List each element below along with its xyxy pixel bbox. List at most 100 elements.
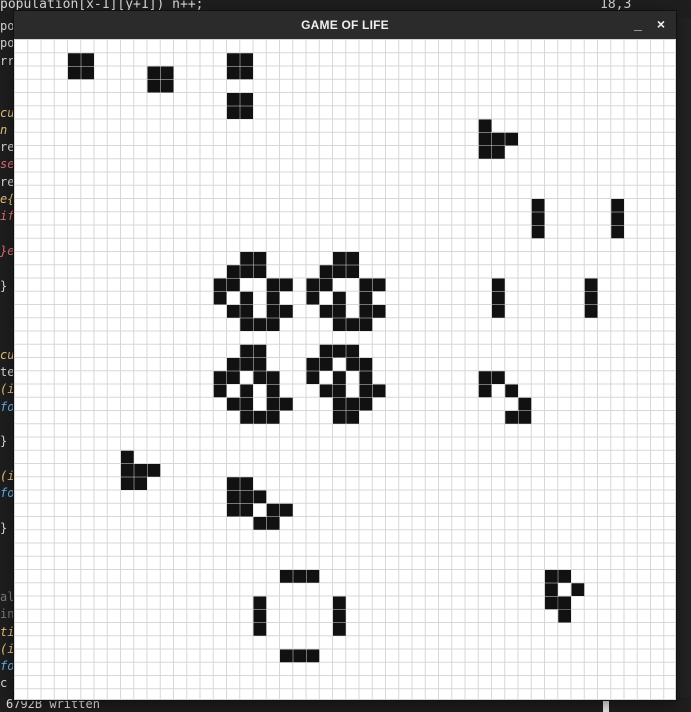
live-cell[interactable]	[306, 278, 320, 292]
live-cell[interactable]	[584, 278, 598, 292]
live-cell[interactable]	[478, 146, 492, 159]
live-cell[interactable]	[121, 464, 134, 477]
live-cell[interactable]	[280, 278, 293, 292]
live-cell[interactable]	[359, 318, 373, 331]
live-cell[interactable]	[319, 278, 333, 292]
live-cell[interactable]	[68, 66, 81, 80]
live-cell[interactable]	[160, 79, 174, 93]
live-cell[interactable]	[333, 291, 346, 305]
live-cell[interactable]	[240, 93, 253, 106]
live-cell[interactable]	[531, 225, 545, 239]
live-cell[interactable]	[240, 318, 253, 331]
live-cell[interactable]	[584, 291, 598, 305]
live-cell[interactable]	[492, 305, 505, 318]
live-cell[interactable]	[253, 371, 267, 384]
live-cell[interactable]	[280, 649, 293, 663]
live-cell[interactable]	[478, 384, 492, 398]
live-cell[interactable]	[147, 66, 161, 80]
live-cell[interactable]	[68, 53, 81, 66]
live-cell[interactable]	[121, 477, 134, 490]
live-cell[interactable]	[531, 199, 545, 212]
live-cell[interactable]	[213, 291, 227, 305]
live-cell[interactable]	[372, 305, 386, 318]
live-cell[interactable]	[227, 358, 240, 371]
live-cell[interactable]	[333, 596, 346, 610]
live-cell[interactable]	[266, 411, 280, 424]
live-cell[interactable]	[227, 305, 240, 318]
live-cell[interactable]	[134, 477, 147, 490]
live-cell[interactable]	[478, 371, 492, 384]
live-cell[interactable]	[227, 490, 240, 504]
live-cell[interactable]	[240, 397, 253, 411]
live-cell[interactable]	[240, 305, 253, 318]
live-cell[interactable]	[306, 649, 320, 663]
live-cell[interactable]	[478, 132, 492, 146]
live-cell[interactable]	[505, 411, 518, 424]
live-cell[interactable]	[227, 106, 240, 119]
live-cell[interactable]	[253, 344, 267, 358]
live-cell[interactable]	[266, 318, 280, 331]
live-cell[interactable]	[147, 464, 161, 477]
live-cell[interactable]	[359, 278, 373, 292]
live-cell[interactable]	[213, 384, 227, 398]
live-cell[interactable]	[253, 596, 267, 610]
live-cell[interactable]	[280, 305, 293, 318]
live-cell[interactable]	[372, 384, 386, 398]
live-cell[interactable]	[227, 53, 240, 66]
live-cell[interactable]	[81, 66, 94, 80]
live-cell[interactable]	[253, 358, 267, 371]
live-cell[interactable]	[346, 397, 359, 411]
live-cell[interactable]	[478, 119, 492, 133]
live-cell[interactable]	[266, 503, 280, 517]
live-cell[interactable]	[266, 291, 280, 305]
live-cell[interactable]	[492, 132, 505, 146]
live-cell[interactable]	[227, 503, 240, 517]
live-cell[interactable]	[372, 278, 386, 292]
live-cell[interactable]	[545, 583, 558, 596]
live-cell[interactable]	[213, 278, 227, 292]
live-cell[interactable]	[333, 384, 346, 398]
live-cell[interactable]	[253, 265, 267, 278]
live-cell[interactable]	[346, 344, 359, 358]
live-cell[interactable]	[240, 106, 253, 119]
life-grid-viewport[interactable]	[14, 39, 676, 700]
live-cell[interactable]	[121, 450, 134, 464]
live-cell[interactable]	[518, 411, 532, 424]
live-cell[interactable]	[611, 199, 624, 212]
live-cell[interactable]	[346, 318, 359, 331]
live-cell[interactable]	[147, 79, 161, 93]
live-cell[interactable]	[227, 371, 240, 384]
live-cell[interactable]	[611, 225, 624, 239]
live-cell[interactable]	[505, 132, 518, 146]
live-cell[interactable]	[346, 265, 359, 278]
live-cell[interactable]	[333, 623, 346, 636]
live-cell[interactable]	[240, 265, 253, 278]
live-cell[interactable]	[266, 371, 280, 384]
live-cell[interactable]	[266, 384, 280, 398]
live-cell[interactable]	[333, 252, 346, 265]
live-cell[interactable]	[280, 503, 293, 517]
live-cell[interactable]	[253, 517, 267, 530]
live-cell[interactable]	[240, 503, 253, 517]
live-cell[interactable]	[240, 291, 253, 305]
life-grid[interactable]	[14, 39, 676, 700]
live-cell[interactable]	[505, 384, 518, 398]
live-cell[interactable]	[333, 318, 346, 331]
live-cell[interactable]	[227, 66, 240, 80]
live-cell[interactable]	[492, 291, 505, 305]
live-cell[interactable]	[346, 411, 359, 424]
live-cell[interactable]	[306, 371, 320, 384]
live-cell[interactable]	[306, 291, 320, 305]
live-cell[interactable]	[346, 358, 359, 371]
live-cell[interactable]	[333, 265, 346, 278]
live-cell[interactable]	[306, 358, 320, 371]
live-cell[interactable]	[134, 464, 147, 477]
live-cell[interactable]	[253, 318, 267, 331]
close-button[interactable]: ×	[652, 15, 670, 33]
live-cell[interactable]	[333, 371, 346, 384]
live-cell[interactable]	[253, 490, 267, 504]
live-cell[interactable]	[333, 411, 346, 424]
live-cell[interactable]	[240, 477, 253, 490]
live-cell[interactable]	[492, 146, 505, 159]
live-cell[interactable]	[293, 649, 306, 663]
